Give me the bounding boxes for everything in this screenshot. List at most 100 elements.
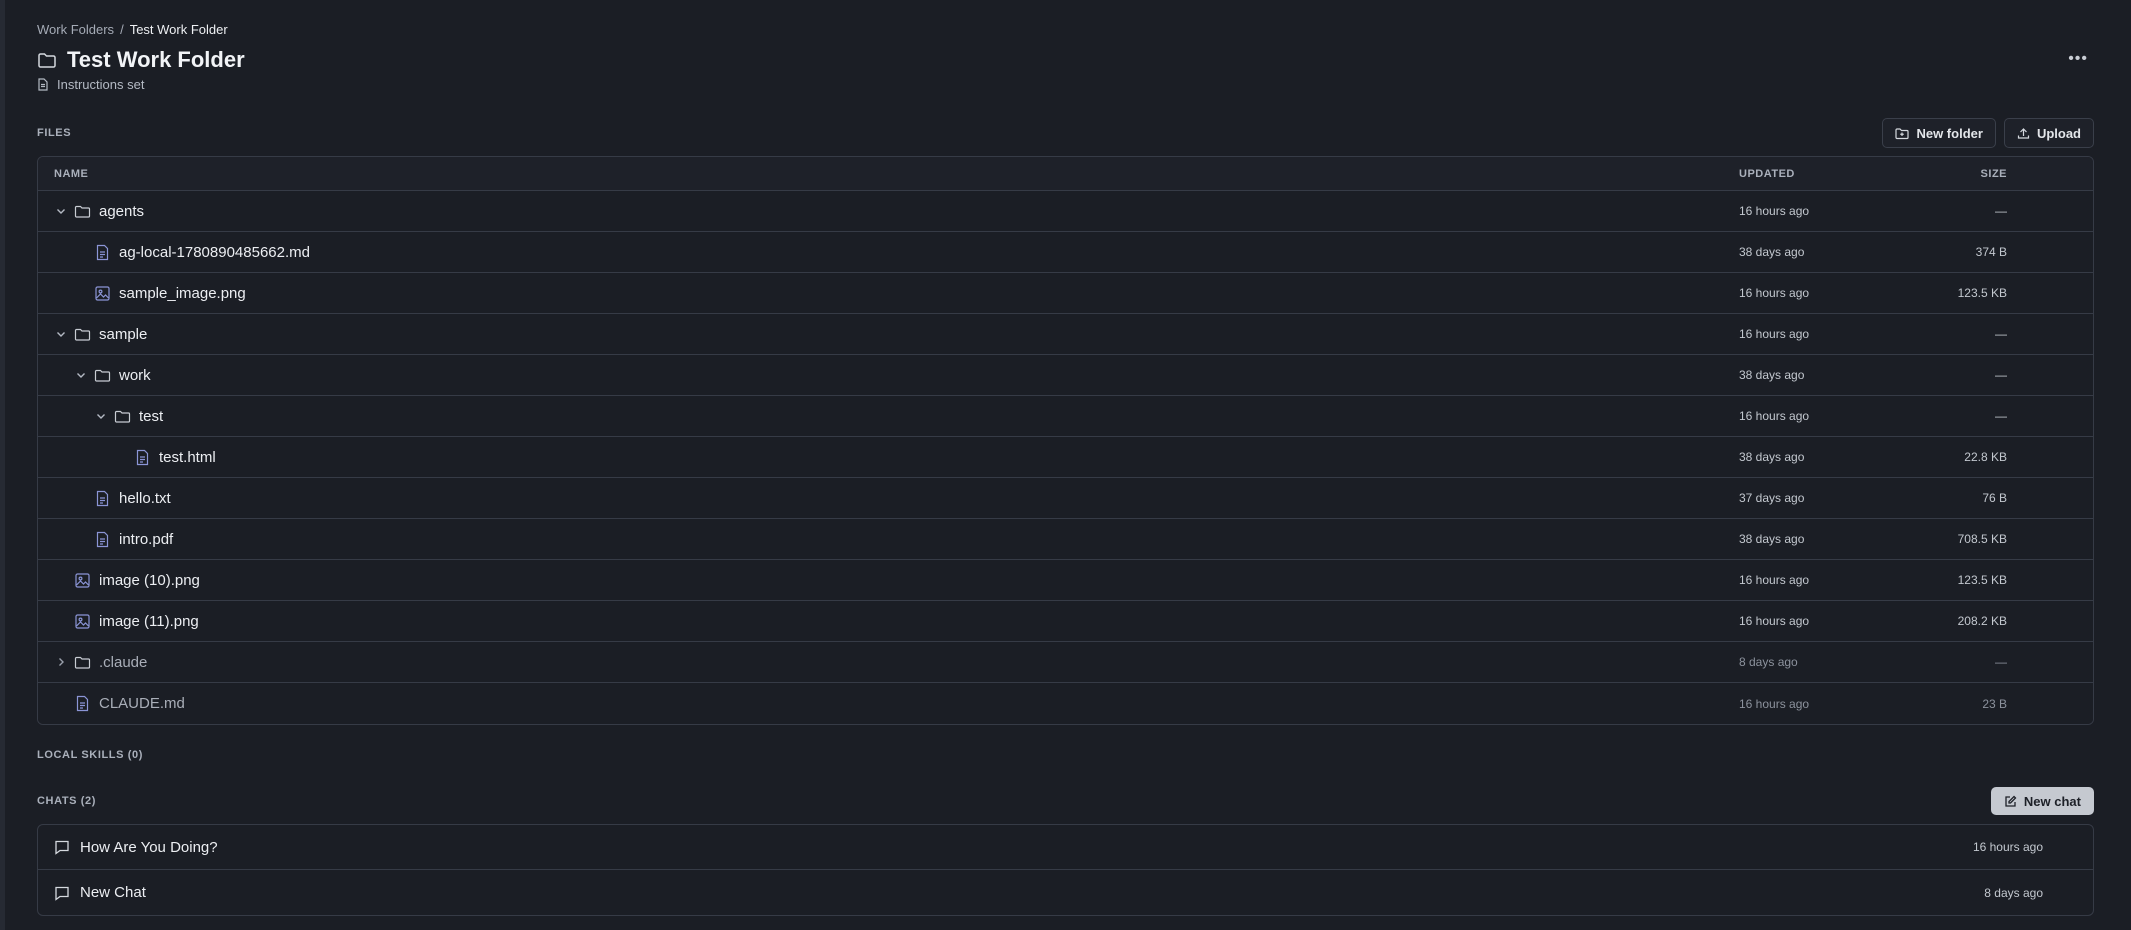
item-name: work bbox=[119, 366, 151, 384]
image-icon bbox=[75, 572, 90, 588]
chats-section-header: CHATS (2) New chat bbox=[37, 785, 2094, 817]
chat-title: How Are You Doing? bbox=[80, 838, 218, 856]
document-icon bbox=[38, 78, 48, 91]
column-size[interactable]: SIZE bbox=[1923, 168, 2007, 180]
file-row[interactable]: intro.pdf 38 days ago 708.5 KB bbox=[38, 519, 2093, 560]
breadcrumb-current: Test Work Folder bbox=[129, 22, 228, 37]
image-icon bbox=[95, 285, 110, 301]
skills-section-label[interactable]: LOCAL SKILLS (0) bbox=[37, 749, 143, 761]
folder-row[interactable]: work 38 days ago — bbox=[38, 355, 2093, 396]
files-table: NAME UPDATED SIZE agents 16 hours ago — ag-… bbox=[37, 156, 2094, 725]
item-size: 76 B bbox=[1982, 491, 2007, 505]
instructions-status[interactable]: Instructions set bbox=[37, 77, 144, 92]
file-icon bbox=[76, 695, 89, 712]
folder-icon bbox=[74, 328, 91, 341]
item-name: sample bbox=[99, 325, 148, 343]
title-row: Test Work Folder ••• bbox=[37, 46, 2094, 74]
chevron-down-icon[interactable] bbox=[54, 204, 68, 218]
item-name: test.html bbox=[159, 448, 216, 466]
file-row[interactable]: ag-local-1780890485662.md 38 days ago 374 … bbox=[38, 232, 2093, 273]
file-row[interactable]: CLAUDE.md 16 hours ago 23 B bbox=[38, 683, 2093, 724]
chevron-down-icon[interactable] bbox=[94, 409, 108, 423]
item-name: CLAUDE.md bbox=[99, 695, 185, 712]
item-name: test bbox=[139, 407, 164, 425]
item-updated: 16 hours ago bbox=[1739, 286, 1810, 300]
folder-plus-icon bbox=[1895, 127, 1910, 139]
upload-icon bbox=[2017, 127, 2030, 139]
new-folder-button[interactable]: New folder bbox=[1882, 118, 1996, 148]
chat-item[interactable]: How Are You Doing? 16 hours ago bbox=[38, 825, 2093, 870]
breadcrumb-root-link[interactable]: Work Folders bbox=[37, 22, 114, 37]
new-chat-label: New chat bbox=[2023, 793, 2081, 809]
item-updated: 16 hours ago bbox=[1739, 696, 1810, 711]
chats-section-label: CHATS (2) bbox=[37, 795, 96, 807]
chat-bubble-icon bbox=[55, 840, 69, 855]
file-row[interactable]: image (10).png 16 hours ago 123.5 KB bbox=[38, 560, 2093, 601]
item-updated: 38 days ago bbox=[1739, 532, 1805, 546]
file-row[interactable]: hello.txt 37 days ago 76 B bbox=[38, 478, 2093, 519]
column-name[interactable]: NAME bbox=[38, 168, 1739, 180]
item-updated: 38 days ago bbox=[1739, 245, 1805, 259]
skills-section-header: LOCAL SKILLS (0) bbox=[37, 739, 2094, 771]
upload-button[interactable]: Upload bbox=[2003, 118, 2094, 148]
item-size: — bbox=[1995, 655, 2007, 669]
item-updated: 38 days ago bbox=[1739, 450, 1805, 464]
item-size: — bbox=[1995, 368, 2007, 382]
file-row[interactable]: test.html 38 days ago 22.8 KB bbox=[38, 437, 2093, 478]
folder-icon bbox=[74, 205, 91, 218]
chevron-right-icon[interactable] bbox=[54, 655, 68, 669]
item-size: 22.8 KB bbox=[1964, 450, 2007, 464]
item-size: 23 B bbox=[1982, 696, 2007, 711]
item-size: 208.2 KB bbox=[1957, 614, 2007, 628]
chevron-down-icon[interactable] bbox=[54, 327, 68, 341]
new-chat-button[interactable]: New chat bbox=[1990, 787, 2094, 815]
item-updated: 8 days ago bbox=[1739, 655, 1798, 669]
item-name: image (10).png bbox=[99, 571, 200, 589]
item-name: intro.pdf bbox=[119, 530, 174, 548]
folder-row[interactable]: .claude 8 days ago — bbox=[38, 642, 2093, 683]
file-icon bbox=[96, 490, 109, 506]
more-options-button[interactable]: ••• bbox=[2068, 50, 2088, 68]
item-updated: 16 hours ago bbox=[1739, 614, 1810, 628]
item-name: agents bbox=[99, 202, 145, 220]
item-name: ag-local-1780890485662.md bbox=[119, 243, 310, 261]
file-row[interactable]: image (11).png 16 hours ago 208.2 KB bbox=[38, 601, 2093, 642]
files-table-header: NAME UPDATED SIZE bbox=[38, 157, 2093, 191]
column-updated[interactable]: UPDATED bbox=[1739, 168, 1923, 180]
item-name: hello.txt bbox=[119, 489, 171, 507]
item-updated: 16 hours ago bbox=[1739, 204, 1810, 218]
chat-item[interactable]: New Chat 8 days ago bbox=[38, 870, 2093, 915]
folder-row[interactable]: test 16 hours ago — bbox=[38, 396, 2093, 437]
folder-row[interactable]: sample 16 hours ago — bbox=[38, 314, 2093, 355]
breadcrumb-separator: / bbox=[120, 22, 124, 37]
window-edge bbox=[0, 0, 5, 930]
instructions-label: Instructions set bbox=[57, 77, 145, 92]
edit-icon bbox=[2005, 795, 2017, 807]
files-section-header: FILES New folder Upload bbox=[37, 117, 2094, 149]
folder-icon bbox=[74, 656, 91, 669]
chat-time: 16 hours ago bbox=[1972, 840, 2043, 854]
item-updated: 16 hours ago bbox=[1739, 409, 1810, 423]
chats-list: How Are You Doing? 16 hours ago New Chat… bbox=[37, 824, 2094, 916]
item-size: 123.5 KB bbox=[1957, 573, 2007, 587]
item-name: sample_image.png bbox=[119, 284, 246, 302]
item-updated: 16 hours ago bbox=[1739, 573, 1810, 587]
item-name: .claude bbox=[99, 653, 148, 671]
item-updated: 16 hours ago bbox=[1739, 327, 1810, 341]
folder-icon bbox=[94, 369, 111, 382]
files-section-label: FILES bbox=[37, 127, 72, 139]
item-updated: 37 days ago bbox=[1739, 491, 1805, 505]
item-size: 708.5 KB bbox=[1957, 532, 2007, 546]
item-size: — bbox=[1995, 204, 2007, 218]
item-size: 374 B bbox=[1975, 245, 2007, 259]
folder-icon bbox=[114, 410, 131, 423]
page-title: Test Work Folder bbox=[67, 47, 245, 72]
image-icon bbox=[75, 613, 90, 629]
files-actions: New folder Upload bbox=[1882, 118, 2094, 148]
chevron-down-icon[interactable] bbox=[74, 368, 88, 382]
chat-bubble-icon bbox=[55, 886, 69, 901]
folder-row[interactable]: agents 16 hours ago — bbox=[38, 191, 2093, 232]
item-size: 123.5 KB bbox=[1957, 286, 2007, 300]
item-name: image (11).png bbox=[99, 612, 199, 630]
file-row[interactable]: sample_image.png 16 hours ago 123.5 KB bbox=[38, 273, 2093, 314]
